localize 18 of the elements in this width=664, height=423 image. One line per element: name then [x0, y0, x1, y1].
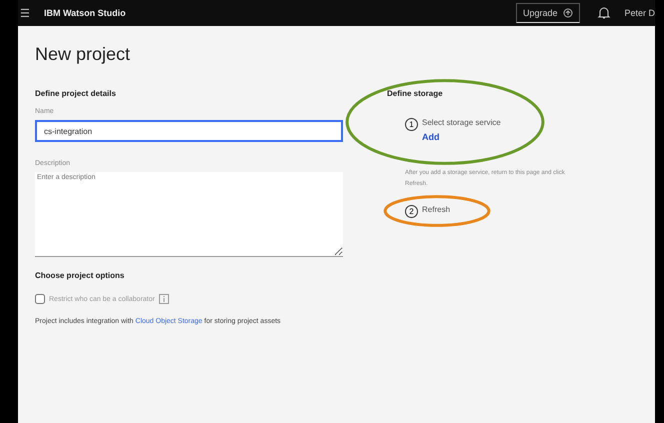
- step-label: Refresh: [422, 204, 450, 214]
- section-heading: Define project details: [35, 89, 117, 98]
- notification-icon[interactable]: [598, 6, 610, 20]
- step-label: Select storage service: [422, 118, 501, 127]
- page-title: New project: [35, 44, 132, 65]
- add-link[interactable]: Add: [422, 132, 501, 142]
- info-icon[interactable]: [158, 294, 169, 304]
- user-name[interactable]: Peter D: [624, 8, 655, 18]
- upgrade-icon: [563, 8, 574, 18]
- section-heading: Define storage: [387, 89, 444, 98]
- product-name: IBM Watson Studio: [44, 8, 126, 18]
- step-number: 2: [405, 204, 418, 218]
- upgrade-button[interactable]: Upgrade: [516, 3, 580, 23]
- step-number: 1: [405, 118, 418, 131]
- name-field[interactable]: cs-integration: [35, 120, 343, 142]
- section-heading: Choose project options: [35, 271, 126, 280]
- menu-icon[interactable]: ☰: [20, 6, 30, 20]
- restrict-checkbox[interactable]: [35, 294, 45, 304]
